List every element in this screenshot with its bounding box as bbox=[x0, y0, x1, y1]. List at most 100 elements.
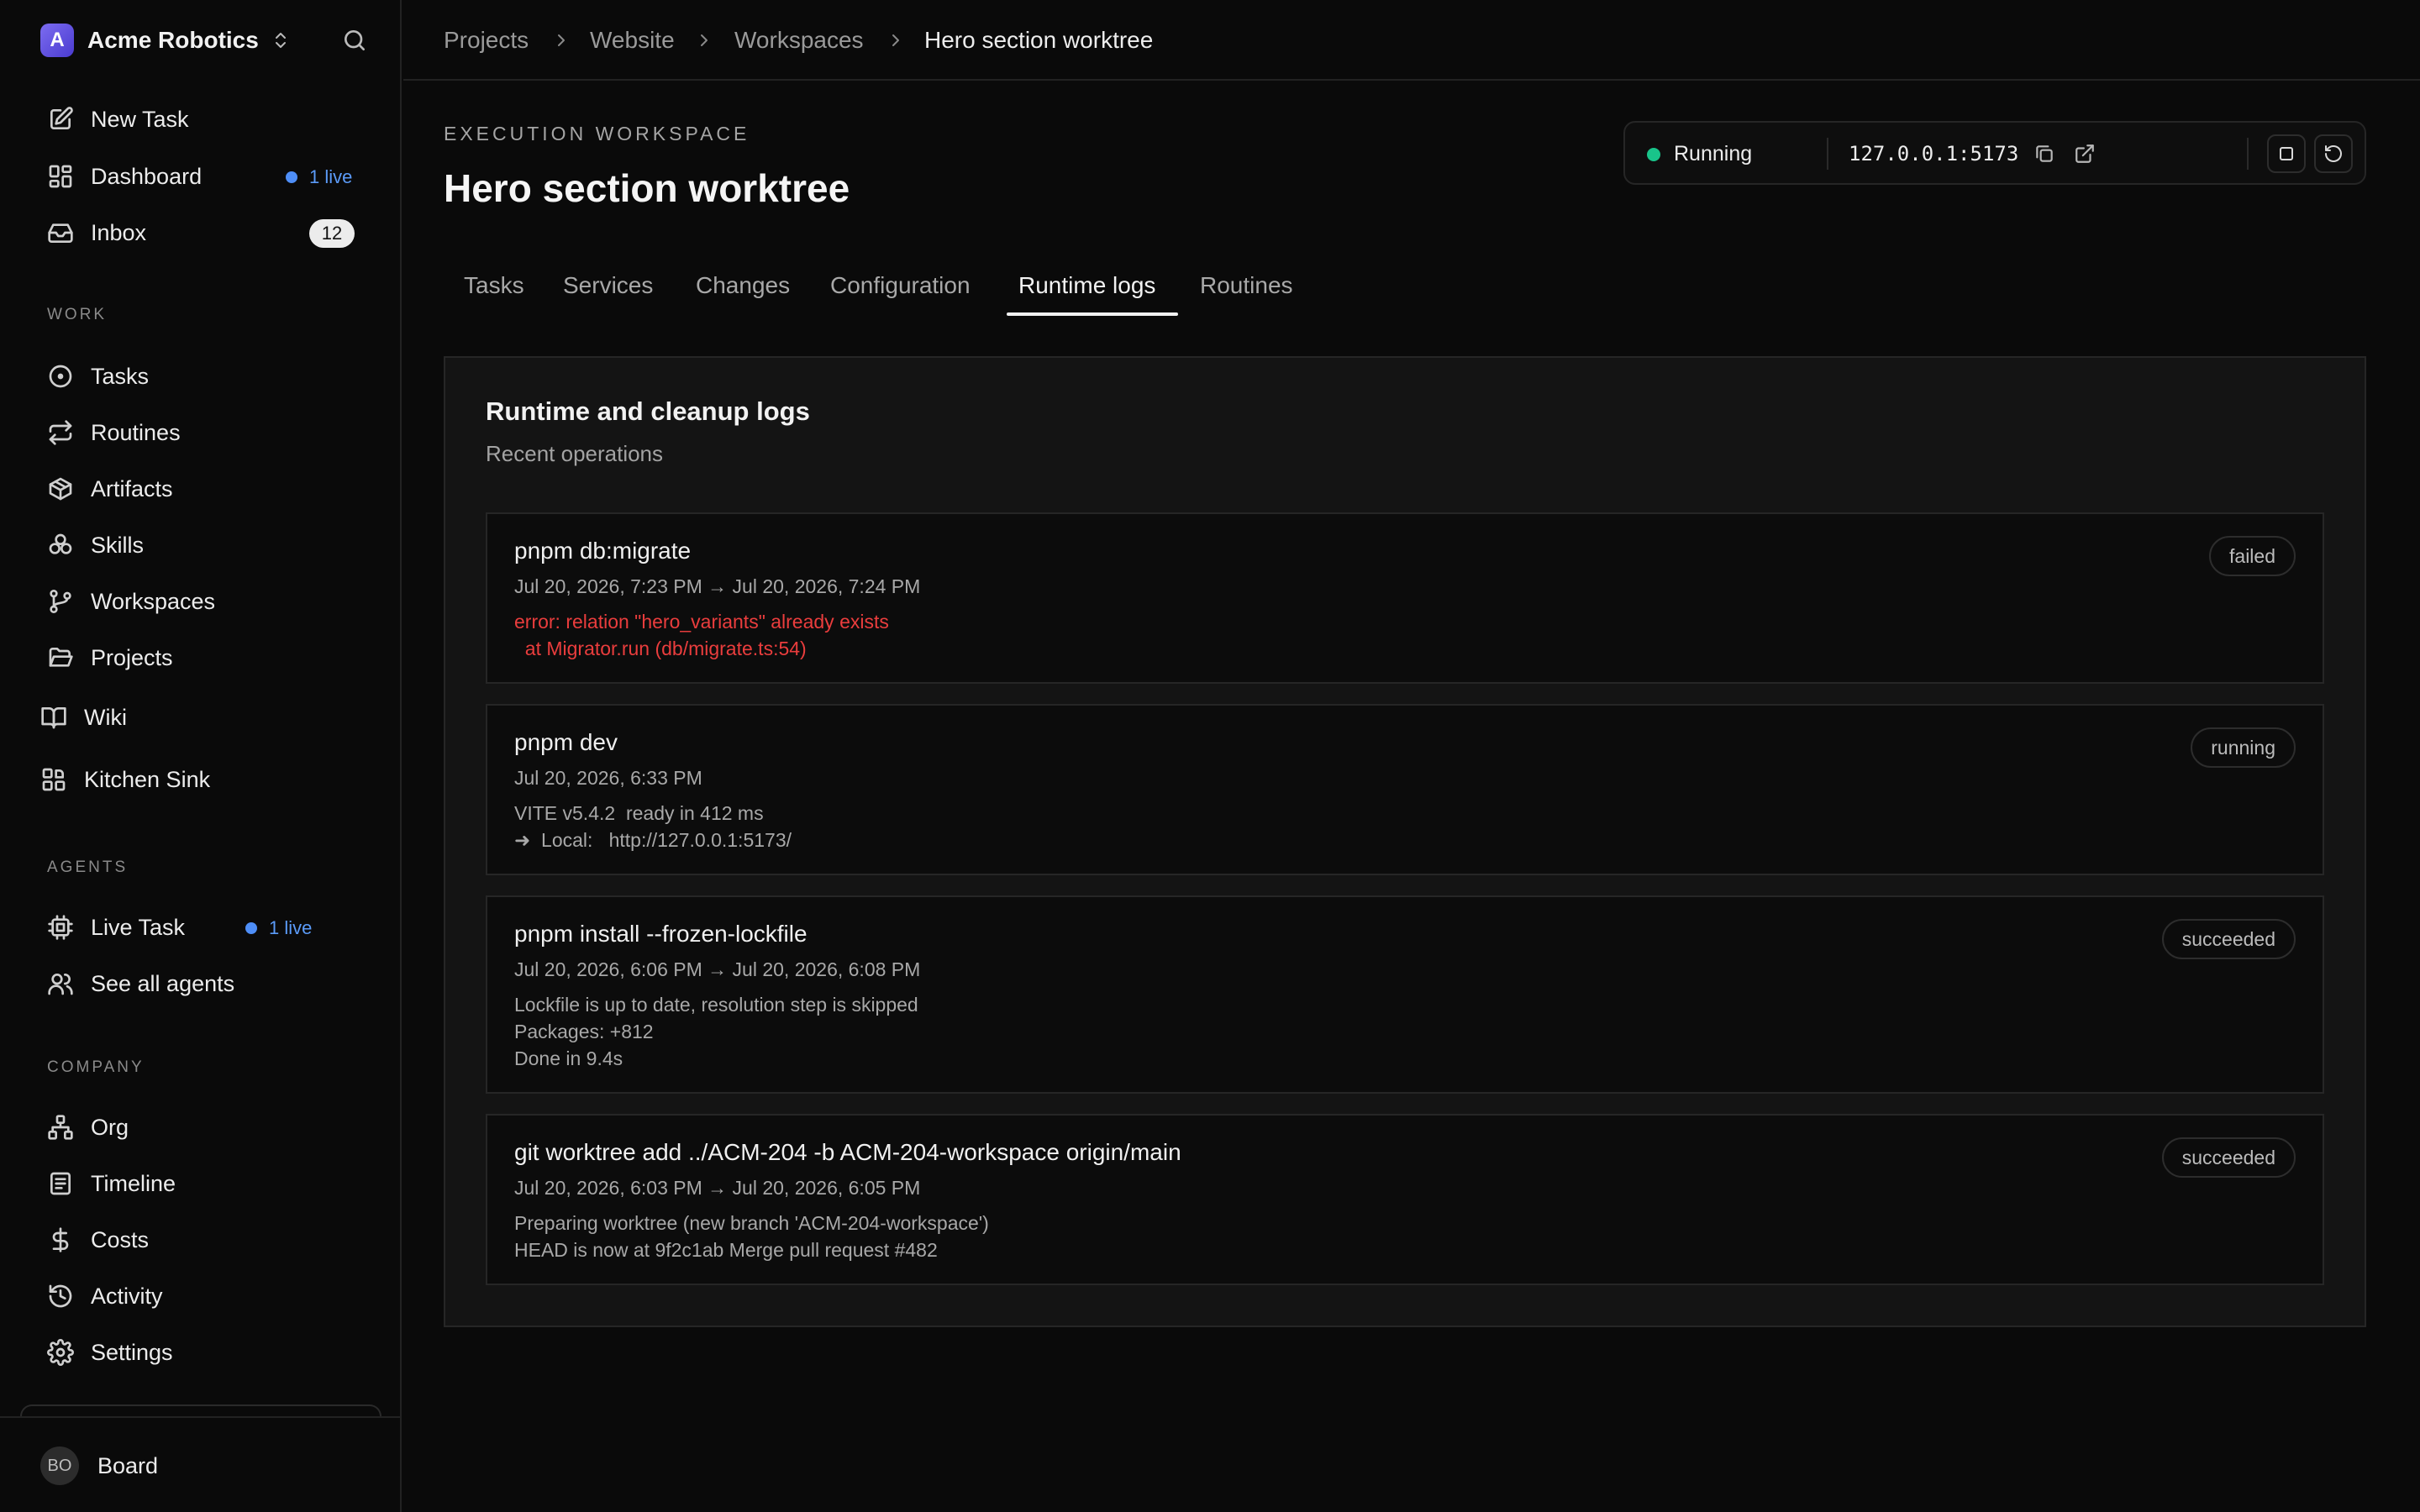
live-label: 1 live bbox=[269, 917, 313, 938]
status-badge: succeeded bbox=[2161, 1137, 2296, 1178]
section-label-agents: AGENTS bbox=[47, 858, 129, 876]
breadcrumb-website[interactable]: Website bbox=[590, 24, 675, 57]
section-label-company: COMPANY bbox=[47, 1058, 145, 1076]
package-icon bbox=[47, 475, 74, 502]
live-indicator: 1 live bbox=[286, 166, 352, 188]
blocks-icon bbox=[40, 766, 67, 793]
chevron-right-icon bbox=[694, 30, 714, 50]
sidebar-item-label: See all agents bbox=[91, 970, 235, 996]
brand-name: Acme Robotics bbox=[87, 27, 259, 53]
sidebar-item-workspaces[interactable]: Workspaces bbox=[47, 581, 215, 622]
sidebar-item-artifacts[interactable]: Artifacts bbox=[47, 469, 173, 509]
workspace-switcher[interactable]: A Acme Robotics bbox=[40, 24, 291, 57]
live-label: 1 live bbox=[309, 166, 353, 187]
sidebar-item-inbox[interactable]: Inbox bbox=[47, 213, 146, 253]
log-entry: pnpm dev Jul 20, 2026, 6:33 PM VITE v5.4… bbox=[486, 704, 2324, 875]
sidebar-scroll-edge bbox=[20, 1404, 381, 1416]
sidebar-item-label: Kitchen Sink bbox=[84, 766, 211, 792]
external-link-icon[interactable] bbox=[2074, 143, 2096, 165]
sidebar-item-wiki[interactable]: Wiki bbox=[40, 697, 127, 738]
panel-title: Runtime and cleanup logs bbox=[486, 396, 810, 426]
sidebar-item-label: Costs bbox=[91, 1226, 150, 1252]
breadcrumb-current: Hero section worktree bbox=[924, 27, 1154, 53]
log-entry: pnpm install --frozen-lockfile Jul 20, 2… bbox=[486, 895, 2324, 1094]
breadcrumb-workspaces[interactable]: Workspaces bbox=[734, 24, 864, 57]
log-command: pnpm dev bbox=[514, 729, 618, 755]
sidebar-item-activity[interactable]: Activity bbox=[47, 1276, 163, 1316]
sidebar-item-label: Activity bbox=[91, 1283, 163, 1309]
sidebar-item-label: Projects bbox=[91, 644, 173, 670]
inbox-count-badge: 12 bbox=[309, 219, 355, 248]
boxes-icon bbox=[47, 532, 74, 559]
brand-logo: A bbox=[40, 24, 74, 57]
sidebar-item-kitchen-sink[interactable]: Kitchen Sink bbox=[40, 759, 210, 800]
inbox-icon bbox=[47, 219, 74, 246]
sidebar-item-label: Workspaces bbox=[91, 588, 216, 614]
page-title: Hero section worktree bbox=[444, 166, 850, 210]
log-command: pnpm install --frozen-lockfile bbox=[514, 921, 808, 947]
users-icon bbox=[47, 970, 74, 997]
tab-services[interactable]: Services bbox=[563, 269, 653, 302]
copy-icon[interactable] bbox=[2033, 143, 2055, 165]
tab-configuration[interactable]: Configuration bbox=[830, 269, 971, 302]
repeat-icon bbox=[47, 419, 74, 446]
chevron-right-icon bbox=[886, 30, 906, 50]
divider bbox=[2247, 138, 2249, 170]
tab-changes[interactable]: Changes bbox=[696, 269, 790, 302]
sidebar-item-live-task[interactable]: Live Task bbox=[47, 907, 185, 948]
tab-routines[interactable]: Routines bbox=[1200, 269, 1293, 302]
sidebar-item-routines[interactable]: Routines bbox=[47, 412, 181, 453]
log-timestamp: Jul 20, 2026, 6:06 PM → Jul 20, 2026, 6:… bbox=[514, 958, 921, 980]
sidebar-item-dashboard[interactable]: Dashboard bbox=[47, 156, 202, 197]
active-tab-indicator bbox=[1007, 312, 1178, 316]
sidebar-item-new-task[interactable]: New Task bbox=[47, 99, 189, 139]
log-timestamp: Jul 20, 2026, 6:33 PM bbox=[514, 767, 702, 789]
section-label-work: WORK bbox=[47, 306, 108, 323]
board-name[interactable]: Board bbox=[97, 1450, 158, 1482]
sidebar-item-label: Dashboard bbox=[91, 163, 203, 189]
sidebar-item-tasks[interactable]: Tasks bbox=[47, 356, 149, 396]
sidebar-item-label: Live Task bbox=[91, 914, 186, 940]
log-command: pnpm db:migrate bbox=[514, 538, 692, 564]
sidebar-item-skills[interactable]: Skills bbox=[47, 525, 144, 565]
network-icon bbox=[47, 1114, 74, 1141]
live-dot bbox=[245, 922, 257, 934]
restart-icon[interactable] bbox=[2314, 134, 2353, 173]
breadcrumb-projects[interactable]: Projects bbox=[444, 24, 529, 57]
chevrons-up-down-icon bbox=[271, 30, 291, 50]
search-icon[interactable] bbox=[338, 24, 371, 57]
tab-tasks[interactable]: Tasks bbox=[464, 269, 524, 302]
sidebar-item-org[interactable]: Org bbox=[47, 1107, 129, 1147]
log-output: error: relation "hero_variants" already … bbox=[514, 611, 889, 659]
status-badge: running bbox=[2191, 727, 2296, 768]
sidebar-item-projects[interactable]: Projects bbox=[47, 638, 173, 678]
service-url[interactable]: 127.0.0.1:5173 bbox=[1849, 139, 2018, 168]
sidebar-item-see-all-agents[interactable]: See all agents bbox=[47, 963, 234, 1004]
sidebar-item-label: Tasks bbox=[91, 363, 150, 389]
sidebar-item-timeline[interactable]: Timeline bbox=[47, 1163, 176, 1204]
sidebar-item-label: Wiki bbox=[84, 704, 127, 730]
sidebar-item-label: Skills bbox=[91, 532, 145, 558]
dollar-icon bbox=[47, 1226, 74, 1253]
layout-grid-icon bbox=[47, 163, 74, 190]
log-command: git worktree add ../ACM-204 -b ACM-204-w… bbox=[514, 1139, 1181, 1165]
sidebar-item-settings[interactable]: Settings bbox=[47, 1332, 173, 1373]
pencil-square-icon bbox=[47, 106, 74, 133]
log-timestamp: Jul 20, 2026, 6:03 PM → Jul 20, 2026, 6:… bbox=[514, 1177, 921, 1199]
status-badge: succeeded bbox=[2161, 919, 2296, 959]
log-output: Lockfile is up to date, resolution step … bbox=[514, 994, 918, 1069]
log-timestamp: Jul 20, 2026, 7:23 PM → Jul 20, 2026, 7:… bbox=[514, 575, 921, 597]
sidebar: A Acme Robotics New Task Dashboard 1 liv… bbox=[0, 0, 402, 1512]
sidebar-item-label: New Task bbox=[91, 106, 189, 132]
stop-icon[interactable] bbox=[2267, 134, 2306, 173]
scroll-text-icon bbox=[47, 1170, 74, 1197]
sidebar-item-costs[interactable]: Costs bbox=[47, 1220, 149, 1260]
sidebar-item-label: Routines bbox=[91, 419, 181, 445]
panel-subtitle: Recent operations bbox=[486, 441, 664, 466]
avatar[interactable]: BO bbox=[40, 1446, 79, 1485]
folder-open-icon bbox=[47, 644, 74, 671]
status-text: Running bbox=[1674, 142, 1753, 165]
live-indicator: 1 live bbox=[245, 917, 312, 939]
book-open-icon bbox=[40, 704, 67, 731]
tab-runtime-logs[interactable]: Runtime logs bbox=[1018, 269, 1155, 302]
